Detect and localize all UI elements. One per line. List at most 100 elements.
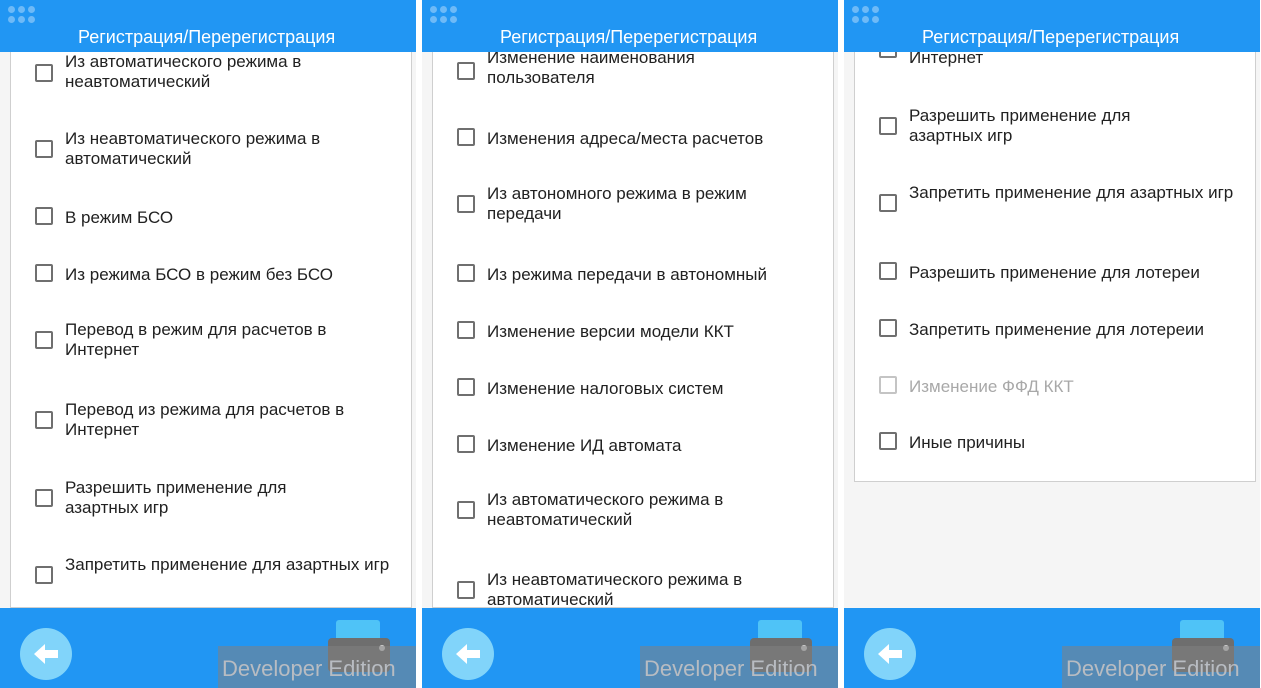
checkbox-item[interactable]: Перевод из режима для расчетов в Интерне… <box>11 400 411 440</box>
reasons-list: Интернет Разрешить применение для азартн… <box>844 52 1260 608</box>
checkbox[interactable] <box>879 52 897 58</box>
checkbox-label[interactable]: Из неавтоматического режима в автоматиче… <box>65 129 365 169</box>
app-header: Регистрация/Перерегистрация <box>0 0 416 52</box>
checkbox-item[interactable]: Изменение наименования пользователя <box>433 52 833 88</box>
checkbox-label[interactable]: Из автоматического режима в неавтоматиче… <box>487 490 777 530</box>
checkbox-label[interactable]: Запретить применение для азартных игр <box>65 555 405 575</box>
checkbox-item[interactable]: Изменения адреса/места расчетов <box>433 127 833 167</box>
checkbox-item[interactable]: Из автоматического режима в неавтоматиче… <box>11 52 411 92</box>
checkbox-item[interactable]: Запретить применение для лотереии <box>855 318 1255 358</box>
checkbox[interactable] <box>35 411 53 429</box>
checkbox[interactable] <box>35 64 53 82</box>
checkbox-item[interactable]: Из неавтоматического режима в автоматиче… <box>11 129 411 169</box>
checkbox-label[interactable]: В режим БСО <box>65 208 365 228</box>
checkbox-item[interactable]: Разрешить применение для лотереи <box>855 261 1255 301</box>
developer-edition-watermark: Developer Edition <box>640 646 838 688</box>
back-button[interactable] <box>20 628 72 680</box>
checkbox-item[interactable]: Из автоматического режима в неавтоматиче… <box>433 490 833 530</box>
checkbox-label[interactable]: Изменения адреса/места расчетов <box>487 129 817 149</box>
checkbox[interactable] <box>457 195 475 213</box>
arrow-left-icon <box>34 644 58 664</box>
checkbox[interactable] <box>879 194 897 212</box>
app-header: Регистрация/Перерегистрация <box>422 0 838 52</box>
reasons-card: Интернет Разрешить применение для азартн… <box>854 52 1256 482</box>
checkbox-label[interactable]: Перевод из режима для расчетов в Интерне… <box>65 400 405 440</box>
checkbox-item[interactable]: Изменение налоговых систем <box>433 377 833 417</box>
checkbox-item[interactable]: Запретить применение для азартных игр <box>11 555 411 595</box>
screen-panel-3: Регистрация/Перерегистрация Интернет Раз… <box>844 0 1260 688</box>
checkbox[interactable] <box>35 264 53 282</box>
checkbox-label[interactable]: Из режима передачи в автономный <box>487 265 827 285</box>
checkbox[interactable] <box>457 128 475 146</box>
back-button[interactable] <box>864 628 916 680</box>
reasons-card: Из автоматического режима в неавтоматиче… <box>10 52 412 608</box>
status-dots-icon <box>852 6 882 30</box>
developer-edition-watermark: Developer Edition <box>218 646 416 688</box>
checkbox-label[interactable]: Перевод в режим для расчетов в Интернет <box>65 320 375 360</box>
checkbox-item[interactable]: Интернет <box>855 52 1255 78</box>
status-dots-icon <box>8 6 38 30</box>
screen-panel-1: Регистрация/Перерегистрация Из автоматич… <box>0 0 416 688</box>
checkbox[interactable] <box>879 432 897 450</box>
checkbox-item[interactable]: Из режима передачи в автономный <box>433 263 833 303</box>
checkbox-label[interactable]: Разрешить применение для азартных игр <box>65 478 325 518</box>
back-button[interactable] <box>442 628 494 680</box>
app-header: Регистрация/Перерегистрация <box>844 0 1260 52</box>
checkbox-label[interactable]: Интернет <box>909 52 1209 68</box>
checkbox-label[interactable]: Из автоматического режима в неавтоматиче… <box>65 52 355 92</box>
checkbox-item[interactable]: Разрешить применение для азартных игр <box>11 478 411 518</box>
checkbox-label[interactable]: Запретить применение для азартных игр <box>909 183 1249 203</box>
checkbox-label[interactable]: Из автономного режима в режим передачи <box>487 184 807 224</box>
checkbox[interactable] <box>879 319 897 337</box>
checkbox-item[interactable]: Из режима БСО в режим без БСО <box>11 263 411 303</box>
watermark-text: Developer Edition <box>222 656 396 681</box>
checkbox[interactable] <box>879 117 897 135</box>
checkbox-label[interactable]: Разрешить применение для азартных игр <box>909 106 1169 146</box>
developer-edition-watermark: Developer Edition <box>1062 646 1260 688</box>
checkbox-item[interactable]: Изменение версии модели ККТ <box>433 320 833 360</box>
bottom-bar: Developer Edition <box>844 608 1260 688</box>
checkbox-label[interactable]: Из неавтоматического режима в автоматиче… <box>487 570 787 608</box>
checkbox-item[interactable]: Перевод в режим для расчетов в Интернет <box>11 320 411 360</box>
arrow-left-icon <box>878 644 902 664</box>
bottom-bar: Developer Edition <box>0 608 416 688</box>
checkbox-label[interactable]: Иные причины <box>909 433 1209 453</box>
checkbox[interactable] <box>457 378 475 396</box>
checkbox-label[interactable]: Изменение наименования пользователя <box>487 52 767 88</box>
checkbox[interactable] <box>457 321 475 339</box>
checkbox-label[interactable]: Изменение ИД автомата <box>487 436 817 456</box>
checkbox[interactable] <box>457 581 475 599</box>
reasons-card: Изменение наименования пользователя Изме… <box>432 52 834 608</box>
checkbox[interactable] <box>457 62 475 80</box>
checkbox-item[interactable]: Иные причины <box>855 431 1255 471</box>
watermark-text: Developer Edition <box>644 656 818 681</box>
checkbox-item[interactable]: Запретить применение для азартных игр <box>855 183 1255 223</box>
checkbox-label[interactable]: Запретить применение для лотереии <box>909 320 1249 340</box>
checkbox-item[interactable]: Разрешить применение для азартных игр <box>855 106 1255 146</box>
checkbox[interactable] <box>35 566 53 584</box>
checkbox[interactable] <box>457 501 475 519</box>
checkbox-item[interactable]: В режим БСО <box>11 206 411 246</box>
page-title: Регистрация/Перерегистрация <box>500 27 758 47</box>
checkbox-label[interactable]: Изменение налоговых систем <box>487 379 817 399</box>
checkbox[interactable] <box>457 264 475 282</box>
checkbox[interactable] <box>35 207 53 225</box>
checkbox-item: Изменение ФФД ККТ <box>855 375 1255 415</box>
bottom-bar: Developer Edition <box>422 608 838 688</box>
checkbox-label: Изменение ФФД ККТ <box>909 377 1074 396</box>
checkbox[interactable] <box>879 262 897 280</box>
page-title: Регистрация/Перерегистрация <box>922 27 1180 47</box>
checkbox-label[interactable]: Изменение версии модели ККТ <box>487 322 817 342</box>
checkbox-item[interactable]: Из автономного режима в режим передачи <box>433 184 833 224</box>
checkbox[interactable] <box>35 140 53 158</box>
checkbox-label[interactable]: Разрешить применение для лотереи <box>909 263 1249 283</box>
watermark-text: Developer Edition <box>1066 656 1240 681</box>
status-dots-icon <box>430 6 460 30</box>
page-title: Регистрация/Перерегистрация <box>78 27 336 47</box>
checkbox[interactable] <box>457 435 475 453</box>
checkbox[interactable] <box>35 489 53 507</box>
checkbox[interactable] <box>35 331 53 349</box>
checkbox-item[interactable]: Изменение ИД автомата <box>433 434 833 474</box>
checkbox-label[interactable]: Из режима БСО в режим без БСО <box>65 265 385 285</box>
checkbox-item[interactable]: Из неавтоматического режима в автоматиче… <box>433 570 833 608</box>
